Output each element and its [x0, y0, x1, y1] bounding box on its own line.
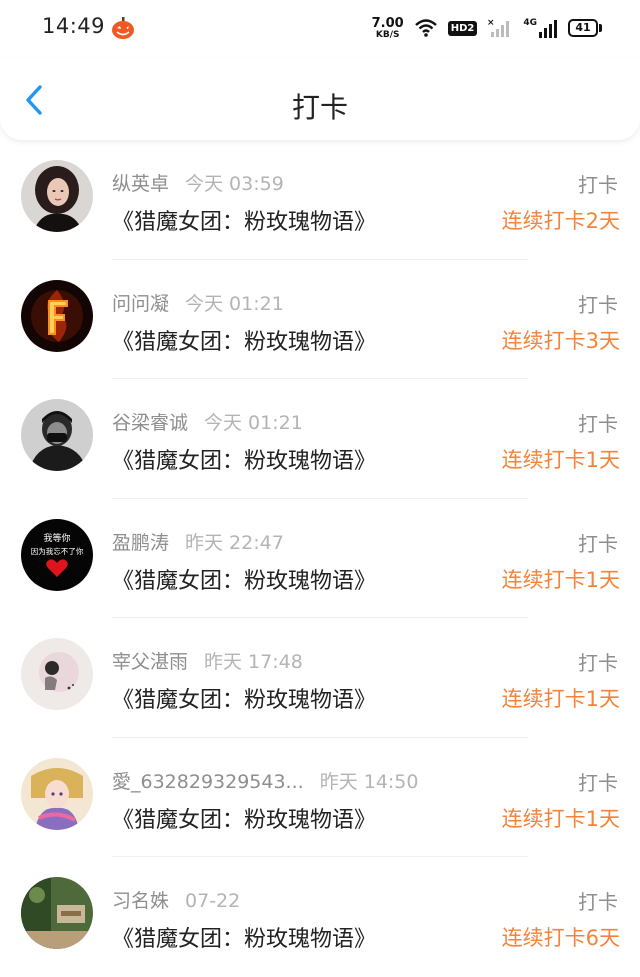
user-name[interactable]: 宰父湛雨	[112, 651, 188, 673]
checkin-time: 今天 03:59	[185, 173, 284, 195]
user-name[interactable]: 盈鹏涛	[112, 532, 169, 554]
streak-label: 连续打卡1天	[501, 806, 620, 831]
avatar[interactable]	[21, 160, 93, 232]
checkin-label: 打卡	[578, 651, 618, 675]
book-title[interactable]: 《猎魔女团：粉玫瑰物语》	[112, 563, 376, 595]
status-time: 14:49	[42, 14, 106, 38]
checkin-time: 昨天 17:48	[204, 651, 303, 673]
checkin-label: 打卡	[578, 173, 618, 197]
avatar[interactable]	[21, 757, 93, 830]
network-speed: 7.00 KB/S	[371, 15, 404, 40]
book-title[interactable]: 《猎魔女团：粉玫瑰物语》	[112, 921, 376, 953]
user-name[interactable]: 习名姝	[112, 890, 169, 912]
signal-4g-icon: 4G	[523, 18, 558, 38]
checkin-time: 昨天 22:47	[185, 531, 284, 554]
status-bar: 14:49 7.00 KB/S HD2 × 4G 41	[0, 0, 640, 58]
checkin-label: 打卡	[578, 531, 618, 556]
wifi-icon	[414, 19, 437, 37]
avatar[interactable]	[21, 638, 93, 710]
list-item[interactable]: 纵英卓 今天 03:59 《猎魔女团：粉玫瑰物语》 打卡 连续打卡2天	[0, 140, 640, 260]
svg-text:×: ×	[487, 18, 495, 28]
pumpkin-notification-icon	[112, 17, 134, 39]
list-item[interactable]: 问问凝 今天 01:21 《猎魔女团：粉玫瑰物语》 打卡 连续打卡3天	[0, 260, 640, 379]
hd-voice-badge: HD2	[447, 20, 478, 36]
book-title[interactable]: 《猎魔女团：粉玫瑰物语》	[112, 324, 376, 356]
streak-label: 连续打卡1天	[501, 448, 620, 472]
user-name[interactable]: 纵英卓	[112, 173, 169, 195]
book-title[interactable]: 《猎魔女团：粉玫瑰物语》	[112, 802, 376, 834]
page-header: 打卡	[0, 58, 640, 140]
streak-label: 连续打卡1天	[501, 687, 620, 711]
checkin-time: 今天 01:21	[204, 412, 303, 434]
list-item[interactable]: 宰父湛雨 昨天 17:48 《猎魔女团：粉玫瑰物语》 打卡 连续打卡1天	[0, 618, 640, 738]
battery-icon: 41	[568, 19, 602, 37]
user-name[interactable]: 谷梁睿诚	[112, 412, 188, 434]
avatar[interactable]	[21, 279, 93, 352]
list-item[interactable]: 谷梁睿诚 今天 01:21 《猎魔女团：粉玫瑰物语》 打卡 连续打卡1天	[0, 379, 640, 499]
page-title: 打卡	[291, 91, 348, 124]
list-item[interactable]: 习名姝 07-22 《猎魔女团：粉玫瑰物语》 打卡 连续打卡6天	[0, 857, 640, 977]
list-item[interactable]: 愛_632829329543... 昨天 14:50 《猎魔女团：粉玫瑰物语》 打…	[0, 738, 640, 857]
streak-label: 连续打卡1天	[501, 567, 620, 592]
checkin-time: 07-22	[185, 890, 241, 912]
avatar[interactable]	[21, 877, 93, 949]
book-title[interactable]: 《猎魔女团：粉玫瑰物语》	[112, 443, 376, 475]
book-title[interactable]: 《猎魔女团：粉玫瑰物语》	[112, 204, 376, 236]
checkin-time: 今天 01:21	[185, 292, 284, 315]
checkin-time: 昨天 14:50	[319, 770, 419, 793]
avatar[interactable]: 我等你 因为我忘不了你	[21, 518, 93, 591]
checkin-list: 纵英卓 今天 03:59 《猎魔女团：粉玫瑰物语》 打卡 连续打卡2天 问问凝 今天…	[0, 140, 640, 977]
svg-text:我等你: 我等你	[43, 532, 70, 544]
checkin-label: 打卡	[578, 412, 618, 436]
list-item[interactable]: 我等你 因为我忘不了你 盈鹏涛 昨天 22:47 《猎魔女团：粉玫瑰物语》 打卡 …	[0, 499, 640, 618]
book-title[interactable]: 《猎魔女团：粉玫瑰物语》	[112, 682, 376, 714]
avatar[interactable]	[21, 399, 93, 471]
checkin-label: 打卡	[578, 292, 618, 317]
user-name[interactable]: 愛_632829329543...	[112, 771, 304, 793]
checkin-label: 打卡	[578, 890, 618, 914]
checkin-label: 打卡	[578, 770, 618, 795]
svg-text:因为我忘不了你: 因为我忘不了你	[31, 546, 84, 556]
streak-label: 连续打卡2天	[501, 209, 620, 233]
streak-label: 连续打卡3天	[501, 328, 620, 353]
streak-label: 连续打卡6天	[501, 926, 620, 950]
signal-sim1-icon: ×	[487, 18, 510, 37]
user-name[interactable]: 问问凝	[112, 293, 169, 315]
status-icons: 7.00 KB/S HD2 × 4G 41	[372, 12, 602, 44]
